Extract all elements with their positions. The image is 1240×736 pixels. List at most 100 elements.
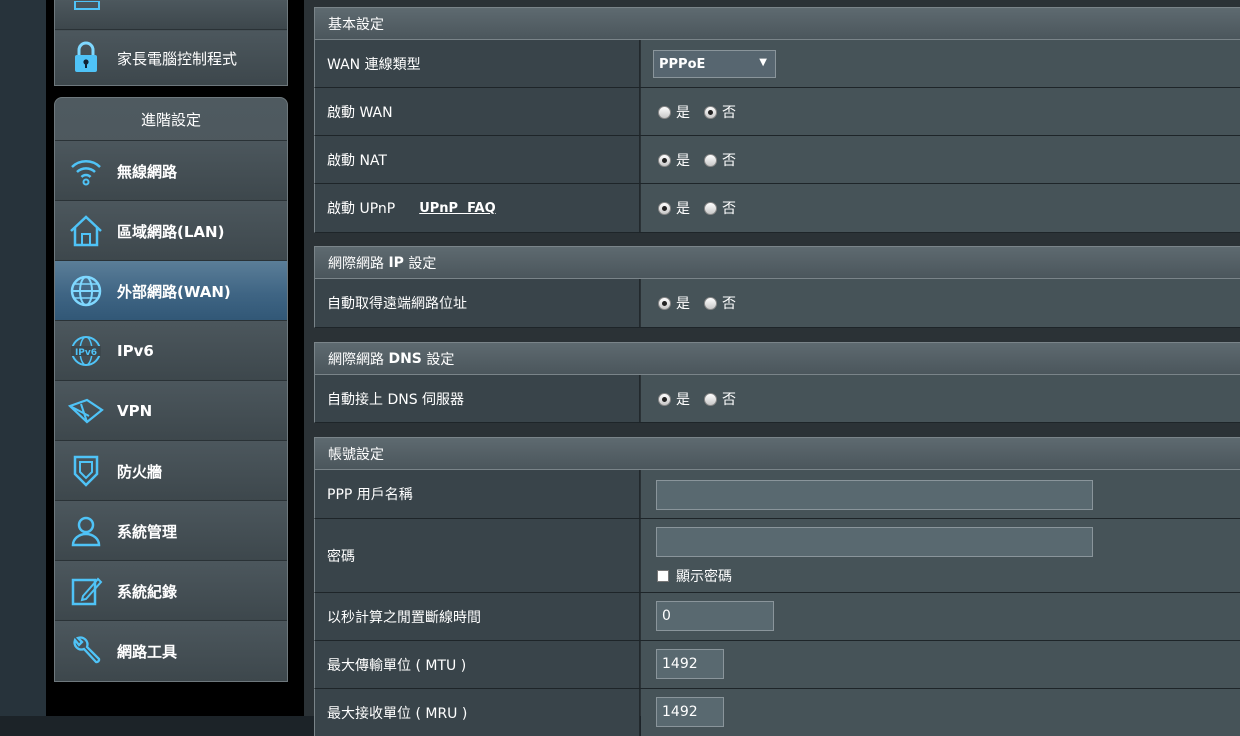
enable-wan-yes-radio[interactable]: 是 — [658, 102, 690, 122]
header-text: 網際網路 — [328, 255, 389, 272]
sidebar-item-label: 防火牆 — [117, 462, 163, 481]
vpn-icon — [55, 396, 117, 426]
mru-input[interactable] — [656, 697, 724, 727]
auto-ip-label: 自動取得遠端網路位址 — [315, 279, 640, 327]
radio-label-yes: 是 — [676, 153, 690, 169]
radio-label-yes: 是 — [676, 105, 690, 121]
show-password-checkbox[interactable]: 顯示密碼 — [657, 566, 732, 586]
ppp-username-input[interactable] — [656, 480, 1093, 510]
enable-upnp-cell: 是 否 — [641, 184, 1240, 232]
header-text-bold: IP — [388, 254, 404, 271]
advanced-settings-header: 進階設定 — [140, 110, 201, 129]
row-auto-ip: 自動取得遠端網路位址 是 否 — [314, 279, 1240, 328]
wan-type-cell: PPPoE ▼ — [641, 40, 1240, 87]
enable-upnp-label: 啟動 UPnP — [327, 201, 396, 217]
radio-circle-selected — [658, 201, 671, 215]
sidebar-item-system-log[interactable]: 系統紀錄 — [55, 560, 287, 621]
auto-ip-yes-radio[interactable]: 是 — [658, 293, 690, 313]
home-icon — [55, 214, 117, 248]
enable-nat-no-radio[interactable]: 否 — [704, 150, 736, 170]
ppp-username-label: PPP 用戶名稱 — [315, 470, 640, 518]
auto-dns-cell: 是 否 — [641, 375, 1240, 422]
enable-nat-label: 啟動 NAT — [315, 136, 640, 183]
enable-upnp-no-radio[interactable]: 否 — [704, 198, 736, 218]
sidebar-item-parental-control[interactable]: 家長電腦控制程式 — [55, 31, 287, 85]
wan-type-label: WAN 連線類型 — [315, 40, 640, 87]
svg-text:IPv6: IPv6 — [75, 348, 97, 358]
sidebar-advanced-box: 進階設定 無線網路 區域網路(LAN) 外部網路(WAN) IPv6 IPv6 … — [54, 97, 288, 682]
enable-wan-label: 啟動 WAN — [315, 88, 640, 135]
sidebar-item-lan[interactable]: 區域網路(LAN) — [55, 200, 287, 261]
auto-ip-cell: 是 否 — [641, 279, 1240, 327]
radio-label-yes: 是 — [676, 392, 690, 408]
wan-type-selected-value: PPPoE — [659, 56, 706, 72]
sidebar-item-firewall[interactable]: 防火牆 — [55, 440, 287, 501]
row-wan-type: WAN 連線類型 PPPoE ▼ — [314, 40, 1240, 88]
row-mtu: 最大傳輸單位 ( MTU ) — [314, 641, 1240, 689]
radio-label-yes: 是 — [676, 201, 690, 217]
radio-label-yes: 是 — [676, 296, 690, 312]
user-icon — [55, 514, 117, 548]
password-label: 密碼 — [315, 519, 640, 592]
radio-circle-selected — [658, 392, 671, 406]
sidebar-item-vpn[interactable]: VPN — [55, 380, 287, 441]
ipv6-icon: IPv6 — [55, 334, 117, 368]
header-text-bold: DNS — [388, 350, 422, 367]
sidebar-item-label: 區域網路(LAN) — [117, 222, 225, 241]
row-enable-upnp: 啟動 UPnP UPnP FAQ 是 否 — [314, 184, 1240, 233]
sidebar-item-label: 家長電腦控制程式 — [117, 49, 238, 68]
enable-nat-cell: 是 否 — [641, 136, 1240, 183]
sidebar-item-label: VPN — [117, 402, 153, 420]
sidebar-item-wan[interactable]: 外部網路(WAN) — [55, 260, 287, 321]
enable-wan-no-radio[interactable]: 否 — [704, 102, 736, 122]
auto-ip-no-radio[interactable]: 否 — [704, 293, 736, 313]
radio-label-no: 否 — [722, 105, 736, 121]
password-input[interactable] — [656, 527, 1093, 557]
mru-label: 最大接收單位 ( MRU ) — [315, 689, 640, 736]
sidebar-general-box: 家長電腦控制程式 — [54, 0, 288, 86]
lock-icon — [55, 41, 117, 75]
radio-circle — [658, 105, 671, 119]
wifi-icon — [55, 156, 117, 186]
auto-dns-no-radio[interactable]: 否 — [704, 389, 736, 409]
enable-nat-yes-radio[interactable]: 是 — [658, 150, 690, 170]
sidebar-item-label: 系統紀錄 — [117, 582, 178, 601]
sidebar-item-label: 系統管理 — [117, 522, 178, 541]
row-password: 密碼 顯示密碼 — [314, 519, 1240, 593]
sidebar-item-label: 無線網路 — [117, 162, 178, 181]
row-auto-dns: 自動接上 DNS 伺服器 是 否 — [314, 375, 1240, 423]
radio-label-no: 否 — [722, 201, 736, 217]
partial-icon — [74, 1, 100, 10]
enable-wan-cell: 是 否 — [641, 88, 1240, 135]
sidebar-item-ipv6[interactable]: IPv6 IPv6 — [55, 320, 287, 381]
radio-circle — [704, 201, 717, 215]
sidebar-item-partial[interactable] — [55, 1, 287, 30]
enable-upnp-yes-radio[interactable]: 是 — [658, 198, 690, 218]
checkbox-box — [657, 570, 669, 582]
header-text: 設定 — [403, 255, 437, 272]
radio-circle-selected — [658, 153, 671, 167]
wan-type-select[interactable]: PPPoE ▼ — [653, 50, 776, 78]
sidebar-item-wireless[interactable]: 無線網路 — [55, 140, 287, 201]
row-mru: 最大接收單位 ( MRU ) — [314, 689, 1240, 736]
row-idle-timeout: 以秒計算之閒置斷線時間 — [314, 593, 1240, 641]
auto-dns-yes-radio[interactable]: 是 — [658, 389, 690, 409]
password-cell: 顯示密碼 — [641, 519, 1240, 592]
main-content: 基本設定 WAN 連線類型 PPPoE ▼ 啟動 WAN 是 否 啟動 NAT … — [304, 0, 1240, 736]
radio-circle — [704, 153, 717, 167]
wan-ip-settings-header: 網際網路 IP 設定 — [314, 246, 1240, 279]
row-ppp-username: PPP 用戶名稱 — [314, 470, 1240, 519]
sidebar-item-label: 網路工具 — [117, 642, 178, 661]
auto-dns-label: 自動接上 DNS 伺服器 — [315, 375, 640, 422]
wan-dns-settings-header: 網際網路 DNS 設定 — [314, 342, 1240, 375]
account-settings-header: 帳號設定 — [314, 437, 1240, 470]
idle-timeout-input[interactable] — [656, 601, 774, 631]
sidebar-item-label: IPv6 — [117, 342, 154, 360]
sidebar-item-network-tools[interactable]: 網路工具 — [55, 620, 287, 681]
upnp-faq-link[interactable]: UPnP FAQ — [419, 201, 495, 216]
idle-timeout-cell — [641, 593, 1240, 640]
row-enable-nat: 啟動 NAT 是 否 — [314, 136, 1240, 184]
wrench-icon — [55, 634, 117, 668]
sidebar-item-administration[interactable]: 系統管理 — [55, 500, 287, 561]
mtu-input[interactable] — [656, 649, 724, 679]
